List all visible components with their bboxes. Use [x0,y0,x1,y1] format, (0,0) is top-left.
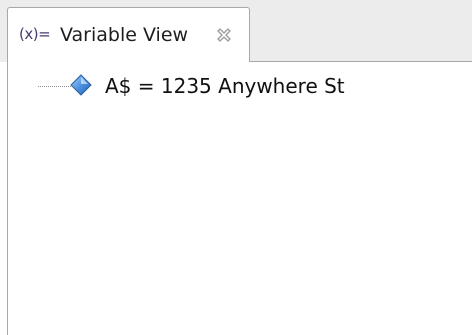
variable-value-text: A$ = 1235 Anywhere St [105,74,345,98]
close-icon[interactable] [213,24,235,46]
tree-item-variable[interactable]: A$ = 1235 Anywhere St [8,72,468,100]
tab-title: Variable View [60,24,189,46]
tab-variable-view[interactable]: (x)= Variable View [7,7,250,62]
variables-panel: A$ = 1235 Anywhere St [7,62,472,335]
variable-view-window: (x)= Variable View A$ = 1235 Anywhere St [0,0,472,335]
variables-view-icon: (x)= [19,25,51,43]
tree-connector-line [38,86,71,87]
variable-diamond-icon [70,74,92,96]
